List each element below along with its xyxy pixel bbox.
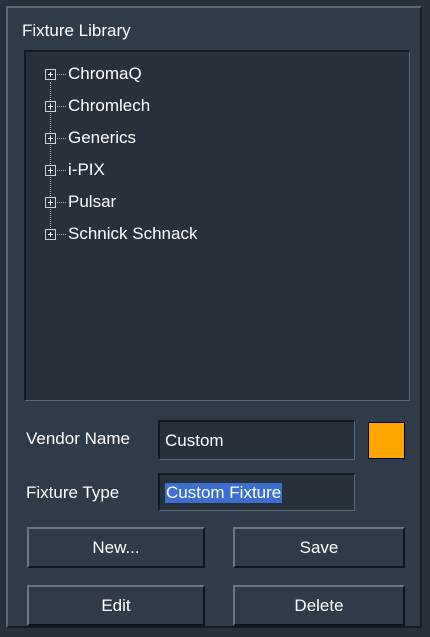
expand-icon[interactable] xyxy=(45,228,56,240)
tree-item-i-pix[interactable]: i-PIX xyxy=(45,158,105,182)
edit-button[interactable]: Edit xyxy=(27,585,205,626)
vendor-name-value: Custom xyxy=(165,430,224,450)
tree-item-label: Schnick Schnack xyxy=(68,224,198,243)
vendor-name-input[interactable]: Custom xyxy=(158,420,355,460)
expand-icon[interactable] xyxy=(45,132,56,144)
tree-item-chromaq[interactable]: ChromaQ xyxy=(45,62,142,86)
fixture-type-label: Fixture Type xyxy=(26,483,120,502)
tree-item-pulsar[interactable]: Pulsar xyxy=(45,190,116,214)
expand-icon[interactable] xyxy=(45,100,56,112)
fixture-type-input[interactable]: Custom Fixture xyxy=(158,473,355,511)
fixture-type-value: Custom Fixture xyxy=(165,482,283,503)
tree-item-generics[interactable]: Generics xyxy=(45,126,136,150)
expand-icon[interactable] xyxy=(45,68,56,80)
tree-item-chromlech[interactable]: Chromlech xyxy=(45,94,150,118)
tree-item-label: Chromlech xyxy=(68,96,151,115)
tree-item-label: ChromaQ xyxy=(68,64,142,83)
section-title: Fixture Library xyxy=(22,21,131,40)
expand-icon[interactable] xyxy=(45,196,56,208)
tree-item-schnick-schnack[interactable]: Schnick Schnack xyxy=(45,222,197,246)
tree-item-label: Pulsar xyxy=(68,192,117,211)
tree-connector xyxy=(57,105,66,107)
vendor-name-label: Vendor Name xyxy=(26,429,130,448)
tree-connector xyxy=(57,73,66,75)
tree-connector xyxy=(57,201,66,203)
tree-connector xyxy=(57,137,66,139)
tree-item-label: i-PIX xyxy=(68,160,105,179)
tree-connector xyxy=(57,233,66,235)
delete-button[interactable]: Delete xyxy=(233,585,405,626)
expand-icon[interactable] xyxy=(45,164,56,176)
tree-item-label: Generics xyxy=(68,128,137,147)
color-swatch[interactable] xyxy=(368,422,405,459)
tree-connector xyxy=(57,169,66,171)
save-button[interactable]: Save xyxy=(233,527,405,568)
new-button[interactable]: New... xyxy=(27,527,205,568)
fixture-tree[interactable]: ChromaQ Chromlech Generics i-PIX Pulsar … xyxy=(24,50,410,401)
